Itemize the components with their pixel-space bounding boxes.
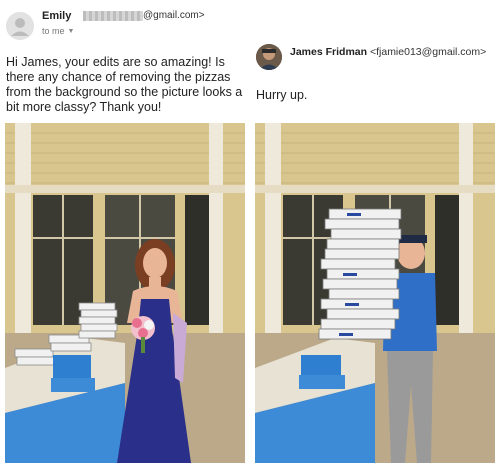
reply-sender: James Fridman <fjamie013@gmail.com>: [290, 46, 486, 58]
reply-avatar: [256, 44, 282, 70]
reply-message: Hurry up.: [256, 88, 308, 102]
reply-sender-name: James Fridman: [290, 46, 368, 58]
user-photo-icon: [256, 44, 282, 70]
person-icon: [6, 12, 34, 40]
woman-with-pizza-boxes-image: [5, 123, 245, 463]
sender-email-domain: @gmail.com>: [143, 10, 205, 21]
recipient-label: to me: [42, 26, 65, 36]
reply-sender-email: <fjamie013@gmail.com>: [369, 46, 487, 58]
recipient-line[interactable]: to me ▼: [42, 26, 74, 36]
sender-avatar: [6, 12, 34, 40]
original-photo: [5, 123, 245, 463]
sender-name: Emily: [42, 10, 72, 22]
man-holding-pizza-stack-image: [255, 123, 495, 463]
chevron-down-icon[interactable]: ▼: [68, 28, 75, 35]
request-message: Hi James, your edits are so amazing! Is …: [6, 55, 243, 114]
redacted-email: [83, 11, 143, 21]
edited-photo: [255, 123, 495, 463]
